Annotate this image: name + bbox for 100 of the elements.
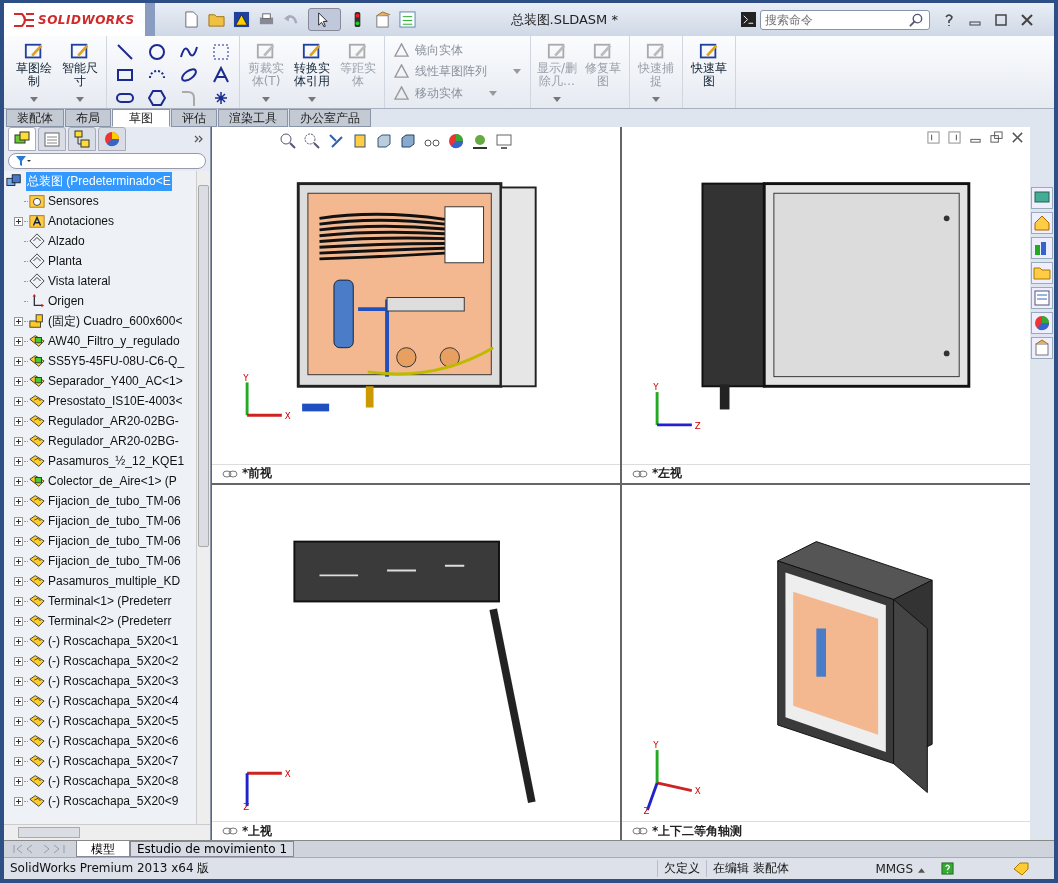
filter-icon[interactable]	[15, 155, 31, 167]
grid-icon[interactable]	[212, 43, 230, 61]
expand-icon[interactable]	[14, 576, 23, 586]
help-icon[interactable]	[941, 862, 954, 875]
expand-icon[interactable]	[14, 376, 23, 386]
tree-item[interactable]: (固定) Cuadro_600x600<	[47, 311, 184, 331]
ribbon-button[interactable]: 快速草图	[686, 38, 732, 106]
display-style-icon[interactable]	[400, 133, 416, 149]
expand-icon[interactable]	[14, 436, 23, 446]
tree-item[interactable]: AW40_Filtro_y_regulado	[47, 333, 181, 349]
tree-item[interactable]: (-) Roscachapa_5X20<8	[47, 773, 180, 789]
search-field[interactable]: 搜索命令	[759, 9, 930, 30]
expand-icon[interactable]	[14, 496, 23, 506]
tree-item[interactable]: (-) Roscachapa_5X20<6	[47, 733, 180, 749]
model-tab[interactable]: Estudio de movimiento 1	[130, 841, 295, 857]
expand-icon[interactable]	[14, 716, 23, 726]
tree-item[interactable]: Pasamuros_multiple_KD	[47, 573, 182, 589]
tree-item[interactable]: Origen	[47, 293, 86, 309]
close-icon[interactable]	[1019, 12, 1034, 27]
options-icon[interactable]	[373, 11, 391, 28]
sketch-text-icon[interactable]	[212, 66, 230, 84]
expand-icon[interactable]	[14, 516, 23, 526]
tile-left-icon[interactable]	[927, 131, 940, 144]
tree-item[interactable]: Colector_de_Aire<1> (P	[47, 473, 178, 489]
tree-item[interactable]: (-) Roscachapa_5X20<4	[47, 693, 180, 709]
ribbon-button[interactable]: 草图绘制	[11, 38, 57, 106]
ribbon-tab[interactable]: 装配体	[6, 109, 64, 127]
tree-item[interactable]: (-) Roscachapa_5X20<1	[47, 633, 180, 649]
tree-item[interactable]: Terminal<1> (Predeterr	[47, 593, 173, 609]
ribbon-button[interactable]: 转换实体引用	[289, 38, 335, 106]
ribbon-button[interactable]: 智能尺寸	[57, 38, 103, 106]
library-icon[interactable]	[1031, 237, 1053, 259]
search-icon[interactable]	[908, 12, 924, 28]
feature-tree-tab-icon[interactable]	[8, 127, 36, 151]
expand-icon[interactable]	[14, 336, 23, 346]
home-icon[interactable]	[1031, 212, 1053, 234]
tree-item[interactable]: Terminal<2> (Predeterr	[47, 613, 173, 629]
polygon-tool-icon[interactable]	[148, 89, 166, 107]
filter-field[interactable]	[8, 153, 206, 169]
checklist-icon[interactable]	[398, 11, 416, 28]
expand-icon[interactable]	[14, 556, 23, 566]
expand-icon[interactable]	[14, 756, 23, 766]
expand-icon[interactable]	[14, 676, 23, 686]
tree-item[interactable]: Planta	[47, 253, 84, 269]
expand-icon[interactable]	[14, 776, 23, 786]
tree-item[interactable]: Anotaciones	[47, 213, 116, 229]
zoom-area-icon[interactable]	[304, 133, 320, 149]
custom-properties-icon[interactable]	[1031, 337, 1053, 359]
point-tool-icon[interactable]	[212, 89, 230, 107]
tree-item[interactable]: Separador_Y400_AC<1>	[47, 373, 184, 389]
horizontal-scrollbar[interactable]	[4, 824, 210, 840]
ribbon-tab[interactable]: 布局	[65, 109, 111, 127]
tree-item[interactable]: Alzado	[47, 233, 86, 249]
tree-item[interactable]: Fijacion_de_tubo_TM-06	[47, 553, 182, 569]
tree-item[interactable]: (-) Roscachapa_5X20<7	[47, 753, 180, 769]
expand-icon[interactable]	[14, 636, 23, 646]
ribbon-tab[interactable]: 评估	[171, 109, 217, 127]
configuration-tab-icon[interactable]	[68, 127, 96, 151]
expand-icon[interactable]	[14, 696, 23, 706]
close-icon[interactable]	[1011, 131, 1024, 144]
tree-item[interactable]: Regulador_AR20-02BG-	[47, 433, 180, 449]
open-folder-icon[interactable]	[207, 11, 225, 28]
rectangle-tool-icon[interactable]	[116, 66, 134, 84]
expand-icon[interactable]	[14, 596, 23, 606]
restore-icon[interactable]	[990, 131, 1003, 144]
maximize-icon[interactable]	[993, 12, 1008, 27]
tree-item[interactable]: Fijacion_de_tubo_TM-06	[47, 533, 182, 549]
tree-item[interactable]: Sensores	[47, 193, 100, 209]
tree-item[interactable]: Pasamuros_½_12_KQE1	[47, 453, 186, 469]
expand-icon[interactable]	[14, 656, 23, 666]
ribbon-tab[interactable]: 渲染工具	[218, 109, 288, 127]
expand-icon[interactable]	[14, 536, 23, 546]
ribbon-tab[interactable]: 草图	[112, 109, 170, 127]
appearance-icon[interactable]	[1031, 312, 1053, 334]
tree-item[interactable]: Vista lateral	[47, 273, 112, 289]
view-orientation-icon[interactable]	[376, 133, 392, 149]
expand-icon[interactable]	[14, 736, 23, 746]
zoom-to-fit-icon[interactable]	[280, 133, 296, 149]
section-view-icon[interactable]	[352, 133, 368, 149]
property-tab-icon[interactable]	[38, 127, 66, 151]
tree-item[interactable]: Regulador_AR20-02BG-	[47, 413, 180, 429]
tree-item[interactable]: Fijacion_de_tubo_TM-06	[47, 513, 182, 529]
tree-item[interactable]: SS5Y5-45FU-08U-C6-Q_	[47, 353, 186, 369]
ellipse-tool-icon[interactable]	[180, 66, 198, 84]
expand-icon[interactable]	[14, 796, 23, 806]
tree-item[interactable]: Presostato_IS10E-4003<	[47, 393, 184, 409]
expand-icon[interactable]	[14, 476, 23, 486]
tag-icon[interactable]	[1012, 861, 1030, 876]
resources-icon[interactable]	[1031, 187, 1053, 209]
expand-icon[interactable]	[14, 316, 23, 326]
circle-tool-icon[interactable]	[148, 43, 166, 61]
line-tool-icon[interactable]	[116, 43, 134, 61]
tree-item[interactable]: (-) Roscachapa_5X20<3	[47, 673, 180, 689]
appearance-icon[interactable]	[448, 133, 464, 149]
new-document-icon[interactable]	[182, 11, 200, 28]
expand-icon[interactable]	[14, 456, 23, 466]
ribbon-tab[interactable]: 办公室产品	[289, 109, 371, 127]
appearance-tab-icon[interactable]	[98, 127, 126, 151]
expand-icon[interactable]	[14, 216, 23, 226]
tree-item[interactable]: (-) Roscachapa_5X20<2	[47, 653, 180, 669]
